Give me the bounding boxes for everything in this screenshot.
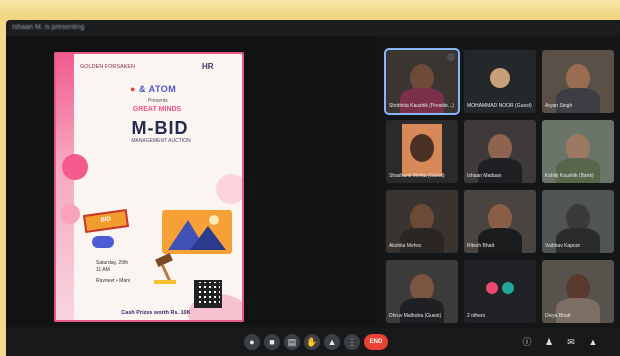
raise-hand-icon: ✋ — [306, 337, 318, 347]
more-options-button[interactable]: ⋮ — [344, 334, 360, 350]
poster-org-logo: GOLDEN FORSAKEN — [80, 64, 160, 73]
poster-illustration — [162, 210, 232, 254]
poster-blob — [60, 204, 80, 224]
meeting-toolbar: ● ■ ▤ ✋ ▲ ⋮ END ⓘ ♟ ✉ ▲ — [6, 328, 620, 356]
meeting-screen: Ishaan M. is presenting GOLDEN FORSAKEN … — [6, 20, 620, 356]
participant-grid: Shobhita Kaushik (Preside...) MOHAMMAD N… — [384, 48, 616, 328]
participant-name: Akshita Mehra — [389, 243, 421, 249]
activities-icon[interactable]: ▲ — [586, 335, 600, 349]
participant-name: 2 others — [467, 313, 486, 319]
participant-tile[interactable]: Dhruv Malhotra (Guest) — [386, 260, 458, 323]
participant-name: Shobhita Kaushik (Preside...) — [389, 103, 454, 109]
shared-poster: GOLDEN FORSAKEN HR ● & ATOM Presents GRE… — [54, 52, 244, 322]
poster-details: Saturday, 20th 11 AM Ravneet • Mani — [96, 260, 156, 302]
participant-tile[interactable]: Shashank Mehta (Guest) — [386, 120, 458, 183]
participant-name: Ritesh Bhatt — [467, 243, 495, 249]
presenting-banner: Ishaan M. is presenting — [6, 20, 620, 36]
captions-button[interactable]: ▤ — [284, 334, 300, 350]
right-toolbar: ⓘ ♟ ✉ ▲ — [520, 335, 616, 349]
poster-atom-logo: ● & ATOM — [130, 84, 177, 94]
gavel-icon — [154, 252, 176, 284]
poster-event-title: GREAT MINDS — [132, 106, 182, 113]
paper-background-top — [0, 0, 620, 20]
poster-presents: Presents — [148, 98, 168, 104]
avatar — [490, 68, 510, 88]
poster-date: Saturday, 20th — [96, 260, 129, 266]
people-icon[interactable]: ♟ — [542, 335, 556, 349]
mountain-illustration — [168, 215, 226, 250]
camera-icon: ■ — [269, 337, 275, 347]
poster-headline: M-BID — [131, 118, 189, 138]
info-icon[interactable]: ⓘ — [520, 335, 534, 349]
more-options-icon: ⋮ — [347, 337, 357, 347]
poster-sticker: BID — [82, 209, 130, 233]
participant-tile[interactable]: 2 others — [464, 260, 536, 323]
participant-name: Aryan Singh — [545, 103, 573, 109]
poster-blob — [62, 154, 88, 180]
participant-tile[interactable]: Kshitij Kaushik (Bank) — [542, 120, 614, 183]
qr-code — [194, 280, 222, 308]
participant-tile[interactable]: Ishaan Madaan — [464, 120, 536, 183]
participant-name: Shashank Mehta (Guest) — [389, 173, 445, 179]
participant-name: Ishaan Madaan — [467, 173, 502, 179]
participant-tile[interactable]: Akshita Mehra — [386, 190, 458, 253]
mic-icon: ● — [249, 337, 255, 347]
present-screen-icon: ▲ — [327, 337, 337, 347]
poster-subheadline: MANAGEMENT AUCTION — [131, 138, 191, 144]
poster-atom-text: ATOM — [148, 84, 177, 94]
participant-tile[interactable]: Ritesh Bhatt — [464, 190, 536, 253]
participant-name: Divya Bhatt — [545, 313, 571, 319]
participant-tile[interactable]: MOHAMMAD NOOR (Guest) — [464, 50, 536, 113]
participant-name: MOHAMMAD NOOR (Guest) — [467, 103, 532, 109]
presenting-text: Ishaan M. is presenting — [12, 24, 85, 31]
participant-name: Kshitij Kaushik (Bank) — [545, 173, 594, 179]
avatar — [502, 282, 514, 294]
others-avatars — [486, 282, 516, 296]
poster-blob — [216, 174, 242, 204]
captions-icon: ▤ — [287, 337, 297, 347]
blurred-page-text — [30, 2, 590, 12]
poster-blob — [92, 236, 114, 248]
poster-footer: Cash Prizes worth Rs. 10K — [121, 310, 191, 316]
shared-screen-area: GOLDEN FORSAKEN HR ● & ATOM Presents GRE… — [6, 36, 376, 326]
participant-tile[interactable]: Vaibhav Kapoor — [542, 190, 614, 253]
poster-contact: Ravneet • Mani — [96, 278, 130, 284]
avatar — [486, 282, 498, 294]
participant-tile[interactable]: Divya Bhatt — [542, 260, 614, 323]
mic-icon — [447, 53, 455, 61]
poster-time: 11 AM — [96, 267, 110, 273]
end-call-button[interactable]: END — [364, 334, 388, 350]
poster-org-text: GOLDEN FORSAKEN — [80, 64, 136, 70]
raise-hand-button[interactable]: ✋ — [304, 334, 320, 350]
participant-tile[interactable]: Shobhita Kaushik (Preside...) — [384, 48, 460, 115]
poster-sticker-text: BID — [100, 216, 112, 224]
present-button[interactable]: ▲ — [324, 334, 340, 350]
participant-tile[interactable]: Aryan Singh — [542, 50, 614, 113]
poster-hr-text: HR — [202, 62, 214, 71]
poster-stripe — [56, 54, 74, 320]
participant-name: Vaibhav Kapoor — [545, 243, 581, 249]
chat-icon[interactable]: ✉ — [564, 335, 578, 349]
participant-name: Dhruv Malhotra (Guest) — [389, 313, 442, 319]
poster-hr-logo: HR — [202, 62, 230, 76]
camera-button[interactable]: ■ — [264, 334, 280, 350]
participant-head — [410, 134, 434, 162]
mic-button[interactable]: ● — [244, 334, 260, 350]
end-call-label: END — [369, 339, 383, 345]
